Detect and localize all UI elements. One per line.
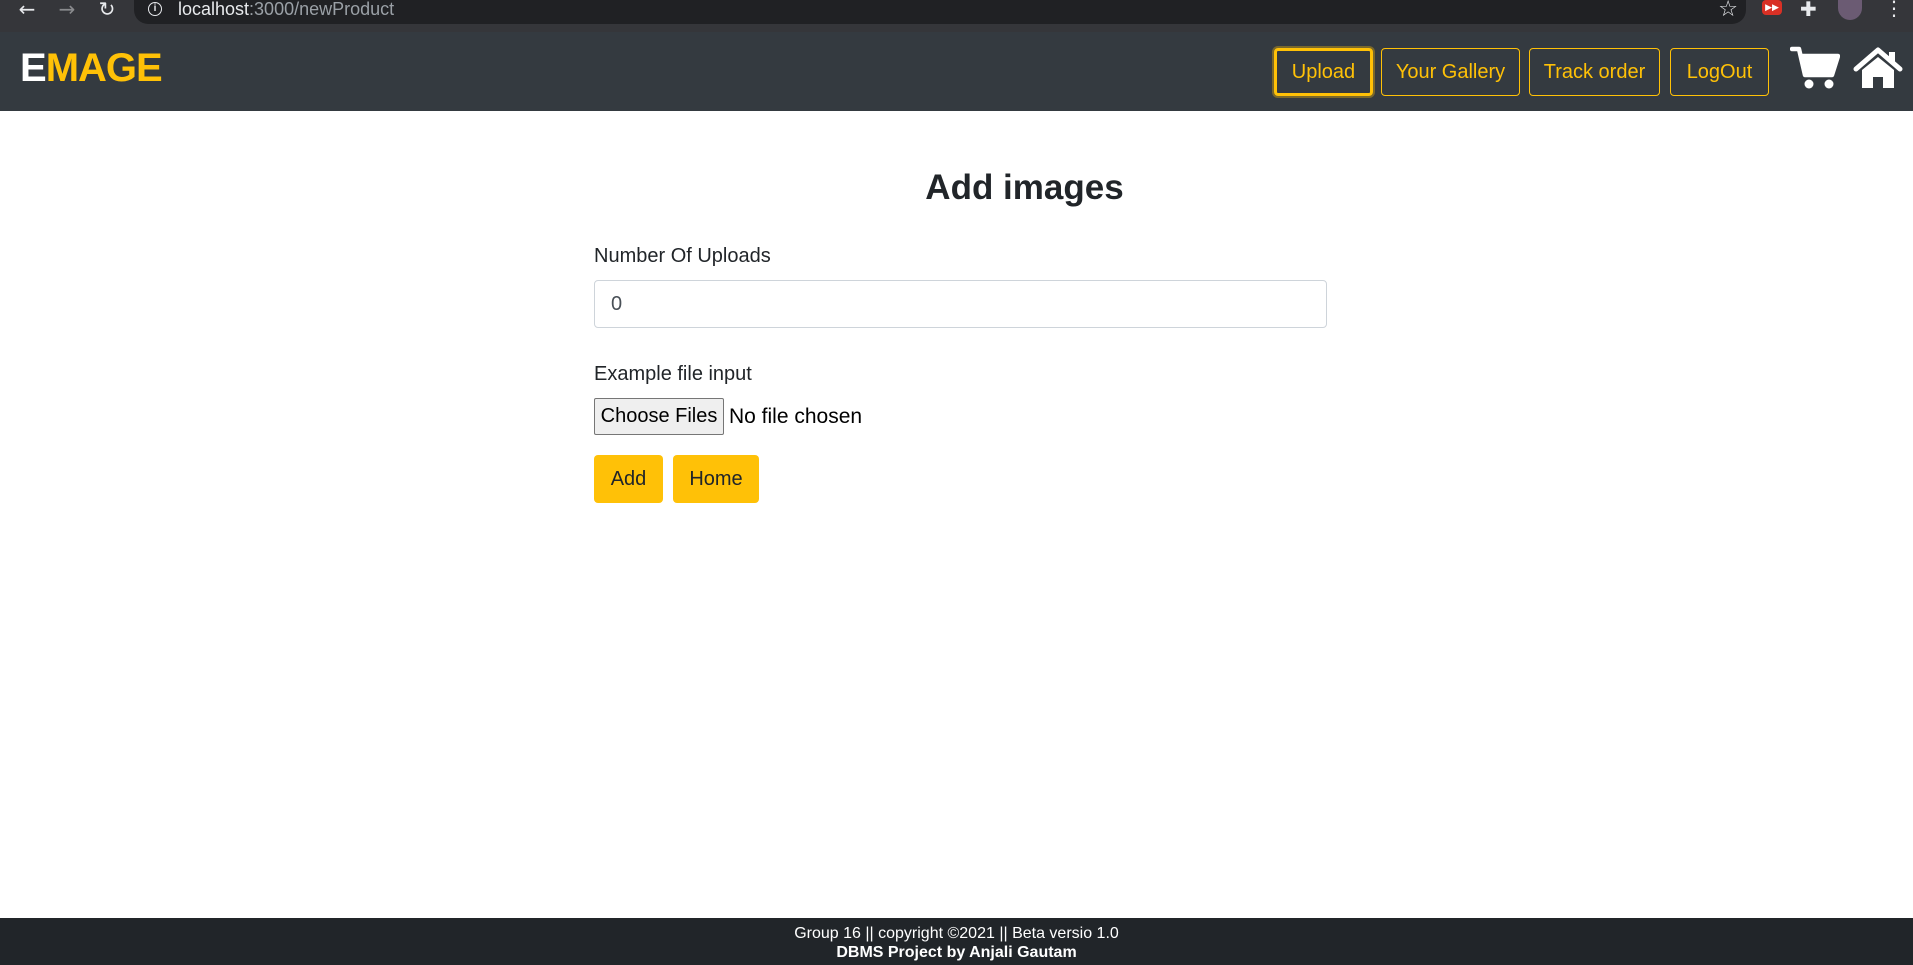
url-path: :3000/newProduct [249, 0, 395, 19]
footer-copyright: Group 16 || copyright ©2021 || Beta vers… [794, 925, 1119, 942]
bookmark-star-icon[interactable]: ☆ [1718, 0, 1738, 22]
site-info-icon[interactable]: i [148, 2, 162, 16]
brand-logo[interactable]: EMAGE [20, 46, 163, 91]
url-host: localhost [178, 0, 250, 19]
page-footer: Group 16 || copyright ©2021 || Beta vers… [0, 918, 1913, 965]
extensions-puzzle-icon[interactable]: ✚ [1800, 0, 1817, 21]
nav-your-gallery-button[interactable]: Your Gallery [1381, 48, 1520, 96]
brand-first-letter: E [20, 46, 47, 90]
address-bar[interactable]: i localhost:3000/newProduct ☆ [134, 0, 1746, 24]
home-icon[interactable] [1853, 46, 1903, 90]
url-text[interactable]: localhost:3000/newProduct [178, 0, 394, 20]
home-button[interactable]: Home [673, 455, 759, 503]
page-title: Add images [925, 168, 1124, 207]
add-button[interactable]: Add [594, 455, 663, 503]
back-arrow-icon[interactable]: ← [16, 0, 38, 20]
nav-upload-button[interactable]: Upload [1274, 48, 1373, 96]
nav-logout-button[interactable]: LogOut [1670, 48, 1769, 96]
forward-arrow-icon[interactable]: → [56, 0, 78, 20]
browser-toolbar: ← → ↻ i localhost:3000/newProduct ☆ ▶▶ ✚… [0, 0, 1913, 32]
profile-avatar[interactable] [1838, 0, 1862, 20]
reload-icon[interactable]: ↻ [96, 0, 118, 20]
nav-track-order-button[interactable]: Track order [1529, 48, 1660, 96]
shopping-cart-icon[interactable] [1790, 46, 1840, 90]
footer-credit: DBMS Project by Anjali Gautam [836, 944, 1077, 961]
youtube-extension-icon[interactable]: ▶▶ [1762, 0, 1782, 15]
file-input-label: Example file input [594, 363, 752, 385]
uploads-count-input[interactable] [594, 280, 1327, 328]
uploads-count-label: Number Of Uploads [594, 245, 771, 267]
app-navbar: EMAGE Upload Your Gallery Track order Lo… [0, 32, 1913, 111]
file-status-text: No file chosen [729, 405, 863, 428]
browser-menu-icon[interactable]: ⋮ [1884, 0, 1904, 20]
choose-files-button[interactable]: Choose Files [594, 398, 724, 435]
brand-rest: MAGE [45, 46, 163, 90]
